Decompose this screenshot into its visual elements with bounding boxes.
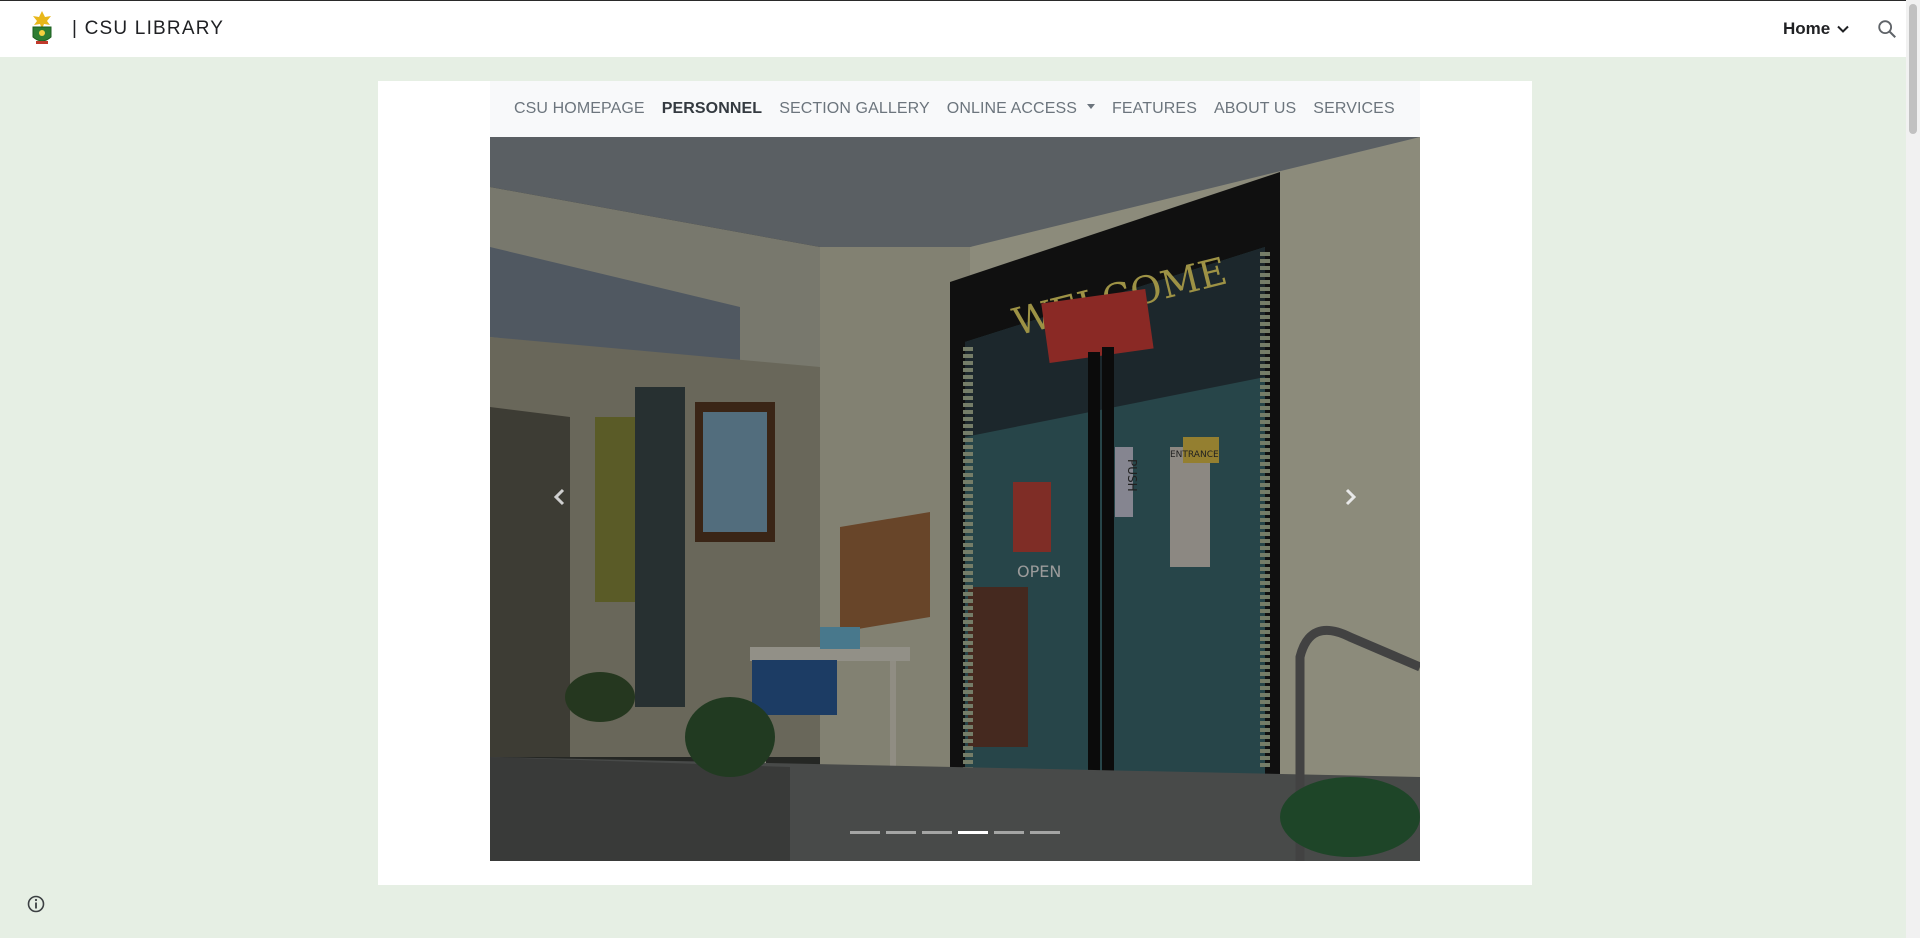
section-navbar: CSU HOMEPAGE PERSONNEL SECTION GALLERY O…: [490, 81, 1420, 137]
home-label: Home: [1783, 19, 1831, 38]
csu-seal-logo[interactable]: [28, 11, 56, 47]
nav-item-online-access-label: ONLINE ACCESS: [946, 100, 1078, 117]
caret-down-icon: [1087, 104, 1096, 110]
carousel-indicator-1[interactable]: [850, 831, 880, 834]
carousel-prev-button[interactable]: [540, 477, 580, 517]
nav-item-section-gallery[interactable]: SECTION GALLERY: [779, 100, 930, 118]
nav-item-features[interactable]: FEATURES: [1112, 100, 1197, 118]
scrollbar-thumb[interactable]: [1909, 4, 1917, 134]
page-scrollbar[interactable]: [1906, 0, 1920, 938]
slide-dim-overlay: [490, 137, 1420, 861]
top-header: | CSU LIBRARY Home: [0, 0, 1920, 57]
carousel-indicators: [850, 831, 1060, 834]
chevron-down-icon: [1837, 25, 1849, 33]
home-dropdown[interactable]: Home: [1783, 19, 1850, 39]
nav-item-online-access[interactable]: ONLINE ACCESS: [946, 100, 1096, 118]
carousel-indicator-4[interactable]: [958, 831, 988, 834]
nav-item-personnel[interactable]: PERSONNEL: [662, 100, 762, 118]
site-title[interactable]: | CSU LIBRARY: [72, 18, 224, 40]
carousel-indicator-2[interactable]: [886, 831, 916, 834]
search-icon[interactable]: [1876, 18, 1898, 40]
carousel-next-button[interactable]: [1330, 477, 1370, 517]
info-icon[interactable]: [26, 894, 46, 914]
nav-item-csu-homepage[interactable]: CSU HOMEPAGE: [514, 100, 645, 118]
nav-item-services[interactable]: SERVICES: [1313, 100, 1394, 118]
carousel-indicator-3[interactable]: [922, 831, 952, 834]
carousel-indicator-5[interactable]: [994, 831, 1024, 834]
nav-item-about-us[interactable]: ABOUT US: [1214, 100, 1296, 118]
chevron-right-icon: [1345, 488, 1357, 506]
carousel-indicator-6[interactable]: [1030, 831, 1060, 834]
image-carousel[interactable]: WELCOME OPEN PUSH ENTRANCE: [490, 137, 1420, 861]
chevron-left-icon: [553, 488, 565, 506]
